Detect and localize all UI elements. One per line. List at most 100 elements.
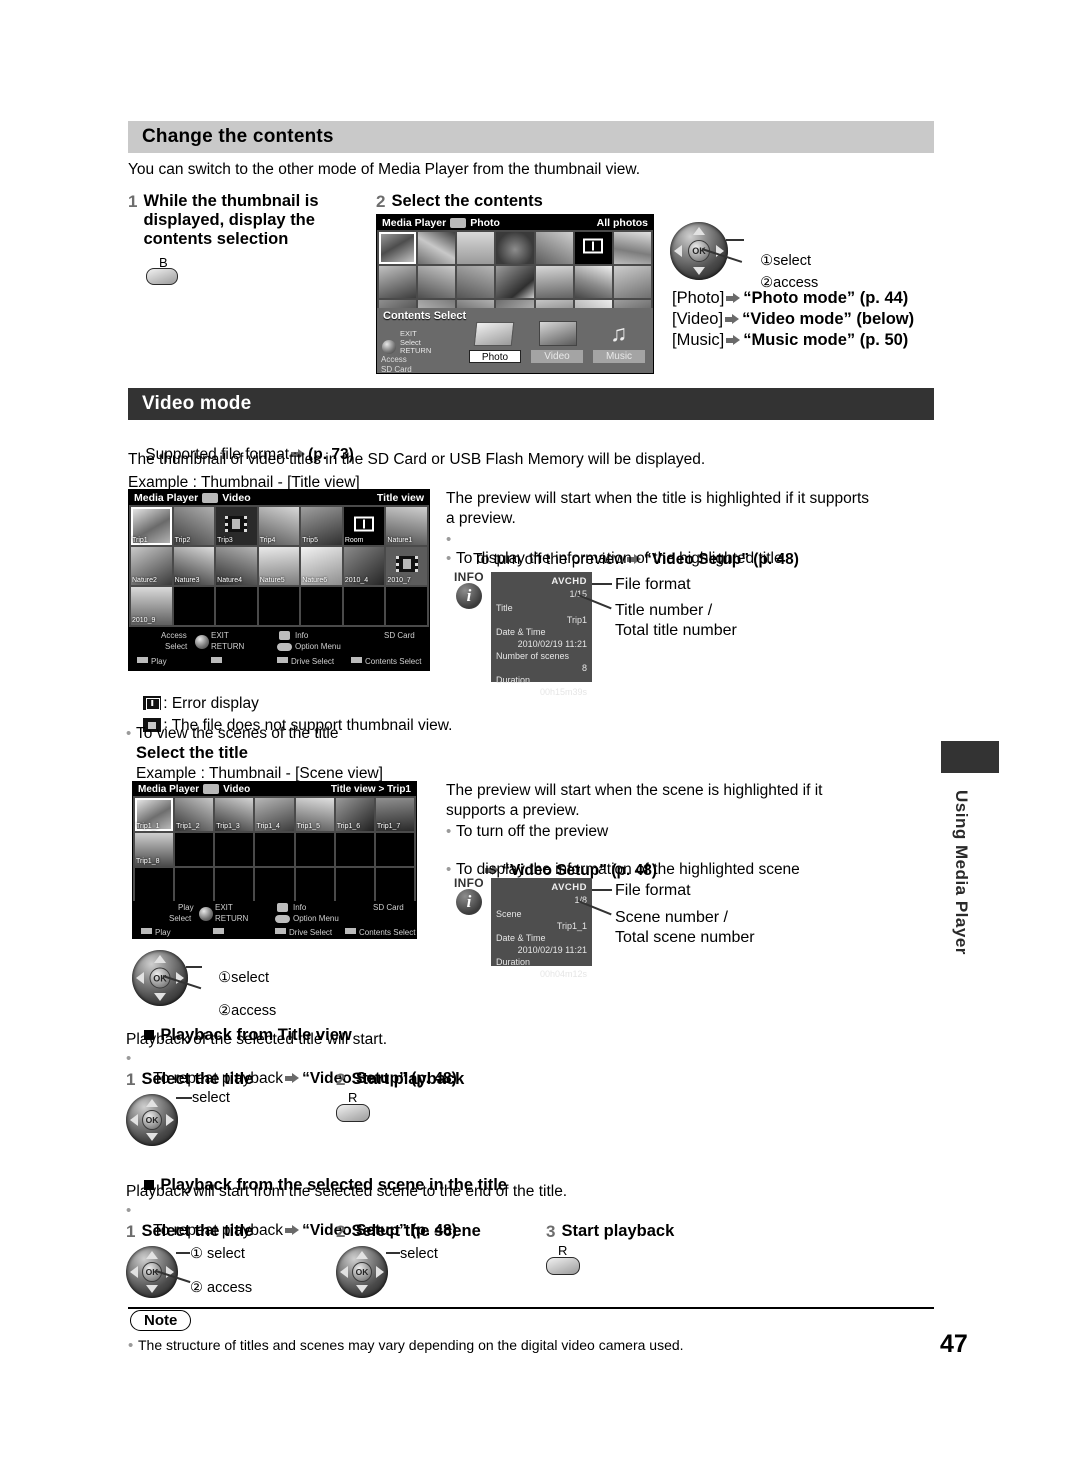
dpad-down-icon [154, 993, 166, 1001]
arrow-icon [726, 293, 741, 304]
thumbnail-cell[interactable] [457, 232, 495, 264]
scene-bullet-info: To display the information of the highli… [456, 860, 800, 880]
dpad-ok-button[interactable]: OK [142, 1110, 162, 1130]
callout-file-format-scene: File format [615, 882, 691, 899]
scene-thumb-empty [255, 833, 294, 866]
step-number: 3 [546, 1222, 556, 1241]
dpad-left-icon [674, 245, 682, 257]
scene-thumb-empty [255, 868, 294, 901]
thumbnail-cell[interactable] [379, 266, 417, 298]
note-badge: Note [130, 1310, 192, 1331]
title-thumb-2010-7[interactable]: 2010_7 [386, 547, 427, 585]
scene-thumb-3[interactable]: Trip1_3 [215, 798, 254, 831]
thumbnail-cell[interactable] [535, 232, 573, 264]
key-r-label-2: R [558, 1243, 568, 1258]
playback-scene-step-1: 1 Select the title [126, 1222, 253, 1242]
thumbnail-cell[interactable] [613, 266, 651, 298]
title-thumb-2010-4[interactable]: 2010_4 [343, 547, 385, 585]
playback-scene-hint-access: ② access [190, 1280, 253, 1296]
scene-thumb-8[interactable]: Trip1_8 [135, 833, 174, 866]
playback-title-desc: Playback of the selected title will star… [126, 1031, 388, 1048]
thumbnail-cell[interactable] [418, 232, 456, 264]
title-thumb-room[interactable]: Room [343, 507, 385, 545]
foot-return: RETURN [211, 642, 245, 651]
dpad-ok-button[interactable]: OK [352, 1262, 372, 1282]
thumbnail-cell[interactable] [613, 232, 651, 264]
title-thumb-nature5[interactable]: Nature5 [258, 547, 300, 585]
title-thumb-nature6[interactable]: Nature6 [301, 547, 342, 585]
step-1-label-line3: contents selection [143, 230, 289, 248]
scene-thumb-1[interactable]: Trip1_1 [135, 798, 174, 831]
title-thumb-nature2[interactable]: Nature2 [131, 547, 172, 585]
scene-view-mode: Video [223, 783, 251, 795]
title-thumb-nature4[interactable]: Nature4 [216, 547, 257, 585]
playback-scene-step-2: 2 Select the scene [336, 1222, 481, 1242]
title-bullet-info: To display the information of the highli… [456, 549, 783, 569]
thumbnail-cell[interactable] [535, 266, 573, 298]
thumbnail-cell[interactable] [457, 266, 495, 298]
step-2-label: Select the contents [391, 192, 543, 210]
dpad-playback-scene-select[interactable]: OK [336, 1246, 388, 1298]
leader-line [176, 1252, 190, 1254]
info-row-value: 00h15m39s [539, 687, 587, 697]
thumbnail-cell[interactable] [574, 266, 612, 298]
scene-bullet-turn-off: To turn off the preview [456, 822, 608, 842]
scene-thumb-4[interactable]: Trip1_4 [255, 798, 294, 831]
title-thumb-trip4[interactable]: Trip4 [258, 507, 300, 545]
dpad-playback-title[interactable]: OK [126, 1094, 178, 1146]
scene-thumb-6[interactable]: Trip1_6 [335, 798, 374, 831]
dpad-playback-scene-title[interactable]: OK [126, 1246, 178, 1298]
title-thumb-2010-9[interactable]: 2010_9 [131, 587, 172, 625]
playback-title-step-1: 1 Select the title [126, 1070, 253, 1090]
title-thumb-trip1[interactable]: Trip1 [131, 507, 172, 545]
thumbnail-cell[interactable] [418, 266, 456, 298]
step-1-block: 1 While the thumbnail is displayed, disp… [128, 192, 319, 249]
key-r-button-2[interactable] [546, 1257, 580, 1275]
scene-thumb-5[interactable]: Trip1_5 [295, 798, 334, 831]
step-number: 2 [336, 1070, 346, 1089]
tab-music[interactable]: Music [593, 350, 645, 363]
scene-thumb-7[interactable]: Trip1_7 [375, 798, 414, 831]
manual-page: Change the contents You can switch to th… [0, 0, 1080, 1464]
info-row-value: 2010/02/19 11:21 [517, 945, 587, 955]
key-r-button[interactable] [336, 1104, 370, 1122]
step-label: Start playback [561, 1222, 675, 1240]
section-header-change-contents: Change the contents [128, 121, 934, 153]
info-circle-icon: i [456, 583, 482, 609]
info-button-icon [277, 903, 288, 912]
tab-video[interactable]: Video [531, 350, 583, 363]
step-1-number: 1 [128, 192, 138, 211]
note-item: The structure of titles and scenes may v… [138, 1335, 684, 1356]
scene-view-bar: Media Player Video Title view > Trip1 [133, 782, 416, 796]
scene-preview-note-line2: supports a preview. [446, 802, 580, 819]
thumbnail-cell[interactable] [379, 232, 417, 264]
title-thumb-trip2[interactable]: Trip2 [173, 507, 215, 545]
thumbnail-cell[interactable] [496, 232, 534, 264]
info-file-format: AVCHD [551, 882, 587, 893]
title-thumb-trip5[interactable]: Trip5 [301, 507, 342, 545]
scene-foot-play: Play [178, 903, 194, 912]
title-preview-note-line1: The preview will start when the title is… [446, 490, 870, 507]
dpad-right-icon [166, 1114, 174, 1126]
dpad-up-icon [356, 1251, 368, 1259]
dpad-select-scene[interactable]: OK [132, 950, 188, 1006]
no-thumbnail-icon [225, 516, 248, 533]
title-thumb-nature3[interactable]: Nature3 [173, 547, 215, 585]
tab-photo[interactable]: Photo [469, 350, 521, 363]
step-label: Select the scene [351, 1222, 481, 1240]
screen-scene-view: Media Player Video Title view > Trip1 Tr… [132, 781, 417, 939]
title-thumb-trip3[interactable]: Trip3 [216, 507, 257, 545]
contents-select-overlay: Contents Select EXIT Select RETURN Acces… [377, 308, 653, 373]
scene-thumb-2[interactable]: Trip1_2 [175, 798, 214, 831]
dpad-contents-select[interactable]: OK [670, 222, 728, 280]
info-badge-title: INFO [454, 570, 484, 584]
key-b-button[interactable] [146, 268, 178, 285]
info-button-icon [279, 631, 290, 640]
info-file-format: AVCHD [551, 576, 587, 587]
foot-contents-select: Contents Select [351, 657, 421, 667]
title-thumb-nature1[interactable]: Nature1 [386, 507, 427, 545]
foot-select: Select [165, 642, 188, 651]
screen-title-bar: Media Player Photo All photos [377, 215, 653, 230]
thumbnail-cell-error[interactable] [574, 232, 612, 264]
thumbnail-cell[interactable] [496, 266, 534, 298]
